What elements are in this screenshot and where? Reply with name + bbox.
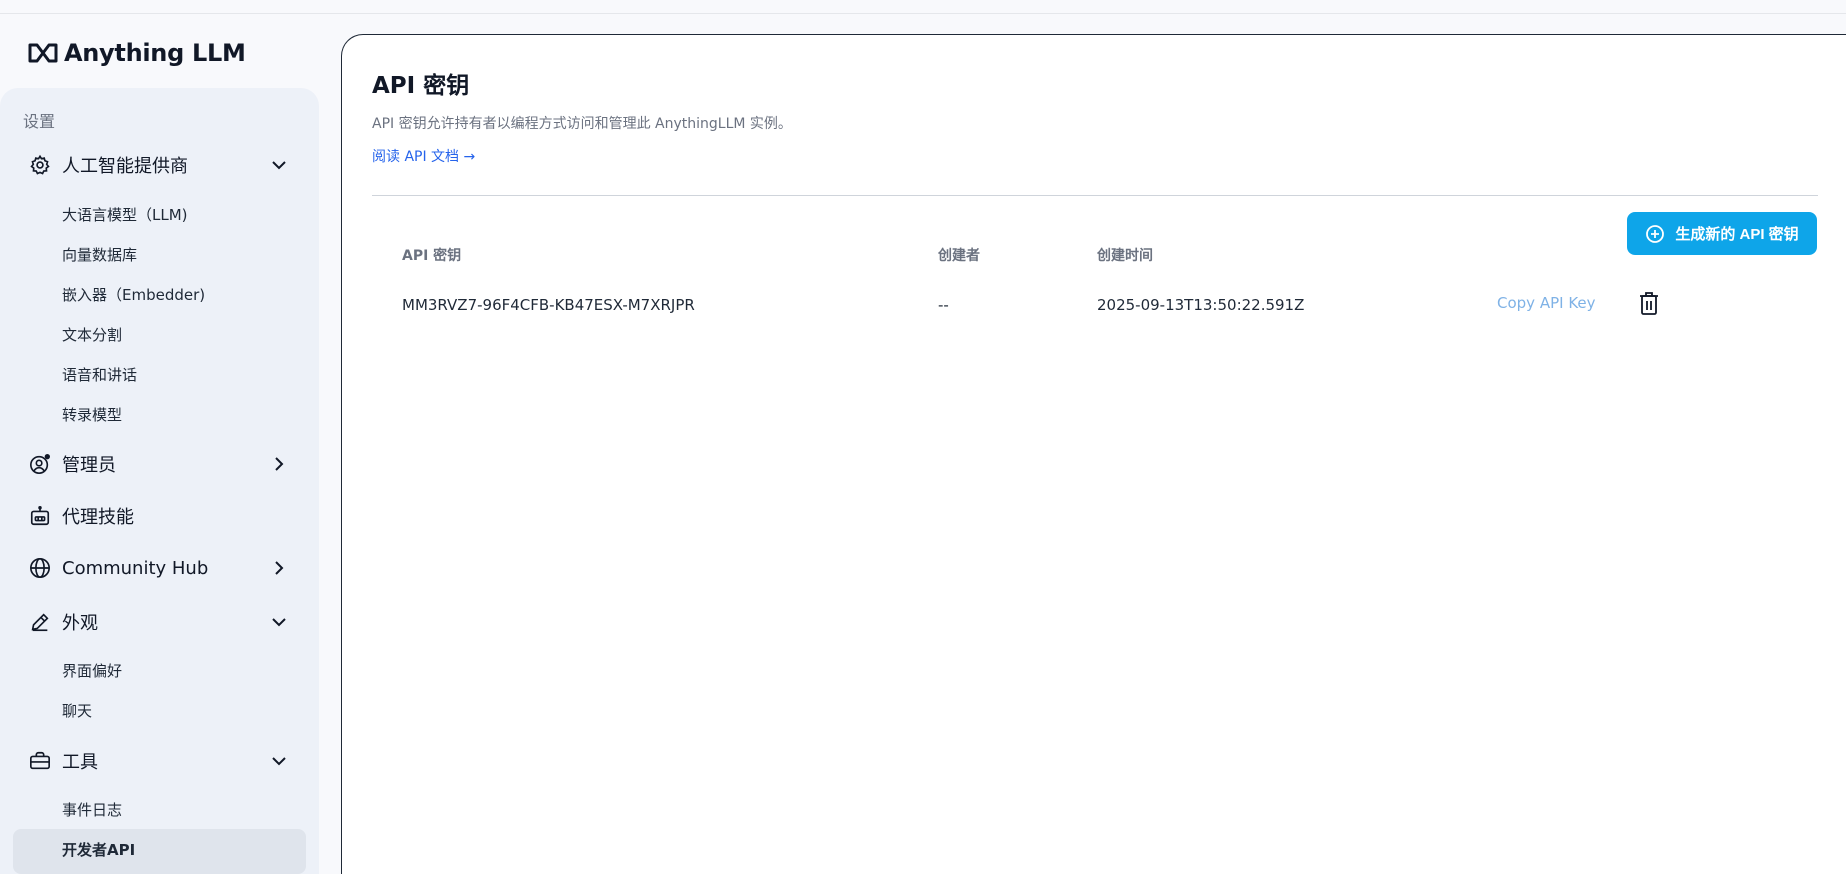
admin-user-icon xyxy=(28,452,52,476)
divider xyxy=(372,195,1818,196)
page-title: API 密钥 xyxy=(372,73,470,99)
sidebar-item-ai-providers[interactable]: 人工智能提供商 xyxy=(28,148,298,182)
app-title: Anything LLM xyxy=(64,39,246,67)
sidebar-subitem-event-logs[interactable]: 事件日志 xyxy=(62,799,122,820)
chevron-down-icon xyxy=(272,618,286,627)
sidebar-subitem-text-splitter[interactable]: 文本分割 xyxy=(62,324,122,345)
sidebar-active-highlight xyxy=(13,829,306,874)
api-key-creator: -- xyxy=(938,296,949,314)
copy-api-key-button[interactable]: Copy API Key xyxy=(1497,294,1596,312)
delete-api-key-button[interactable] xyxy=(1637,290,1661,316)
robot-icon xyxy=(28,504,52,528)
generate-api-key-label: 生成新的 API 密钥 xyxy=(1675,226,1799,243)
api-key-created-at: 2025-09-13T13:50:22.591Z xyxy=(1097,296,1305,314)
chevron-right-icon xyxy=(275,457,284,471)
page-description: API 密钥允许持有者以编程方式访问和管理此 AnythingLLM 实例。 xyxy=(372,116,792,132)
sidebar-subitem-developer-api[interactable]: 开发者API xyxy=(62,839,135,860)
main-panel xyxy=(341,34,1846,874)
sidebar-item-admin[interactable]: 管理员 xyxy=(28,447,298,481)
pencil-icon xyxy=(28,610,52,634)
sidebar-item-label: Community Hub xyxy=(62,557,209,579)
globe-icon xyxy=(28,556,52,580)
sidebar-subitem-transcription[interactable]: 转录模型 xyxy=(62,404,122,425)
sidebar-item-label: 人工智能提供商 xyxy=(62,156,188,177)
sidebar-item-tools[interactable]: 工具 xyxy=(28,744,298,778)
chevron-down-icon xyxy=(272,757,286,766)
api-docs-link[interactable]: 阅读 API 文档 → xyxy=(372,146,475,166)
column-header-creator: 创建者 xyxy=(938,248,980,264)
anythingllm-logo-icon xyxy=(28,43,58,63)
arrow-right-icon: → xyxy=(463,149,476,165)
api-docs-link-label: 阅读 API 文档 xyxy=(372,149,460,165)
sidebar-item-community-hub[interactable]: Community Hub xyxy=(28,551,298,585)
chevron-down-icon xyxy=(272,161,286,170)
sidebar-subitem-interface-preferences[interactable]: 界面偏好 xyxy=(62,660,122,681)
gear-icon xyxy=(28,153,52,177)
plus-circle-icon xyxy=(1646,224,1665,243)
generate-api-key-button[interactable]: 生成新的 API 密钥 xyxy=(1627,212,1817,255)
column-header-created-at: 创建时间 xyxy=(1097,248,1153,264)
sidebar-item-agent-skills[interactable]: 代理技能 xyxy=(28,499,298,533)
api-key-value: MM3RVZ7-96F4CFB-KB47ESX-M7XRJPR xyxy=(402,296,695,314)
sidebar-item-label: 工具 xyxy=(62,752,98,773)
sidebar-subitem-voice-speech[interactable]: 语音和讲话 xyxy=(62,364,137,385)
sidebar-item-label: 管理员 xyxy=(62,455,116,476)
sidebar-subitem-vector-db[interactable]: 向量数据库 xyxy=(62,244,137,265)
sidebar-subitem-embedder[interactable]: 嵌入器（Embedder) xyxy=(62,284,205,305)
briefcase-icon xyxy=(28,749,52,773)
top-bar xyxy=(0,0,1846,14)
sidebar-item-appearance[interactable]: 外观 xyxy=(28,605,298,639)
sidebar-section-label: 设置 xyxy=(23,112,56,131)
sidebar-item-label: 代理技能 xyxy=(62,507,134,528)
chevron-right-icon xyxy=(275,561,284,575)
sidebar-item-label: 外观 xyxy=(62,613,98,634)
sidebar-subitem-chat[interactable]: 聊天 xyxy=(62,700,92,721)
sidebar-subitem-llm[interactable]: 大语言模型（LLM) xyxy=(62,204,188,225)
column-header-api-key: API 密钥 xyxy=(402,248,462,264)
trash-icon xyxy=(1640,292,1658,315)
app-logo: Anything LLM xyxy=(28,38,246,68)
